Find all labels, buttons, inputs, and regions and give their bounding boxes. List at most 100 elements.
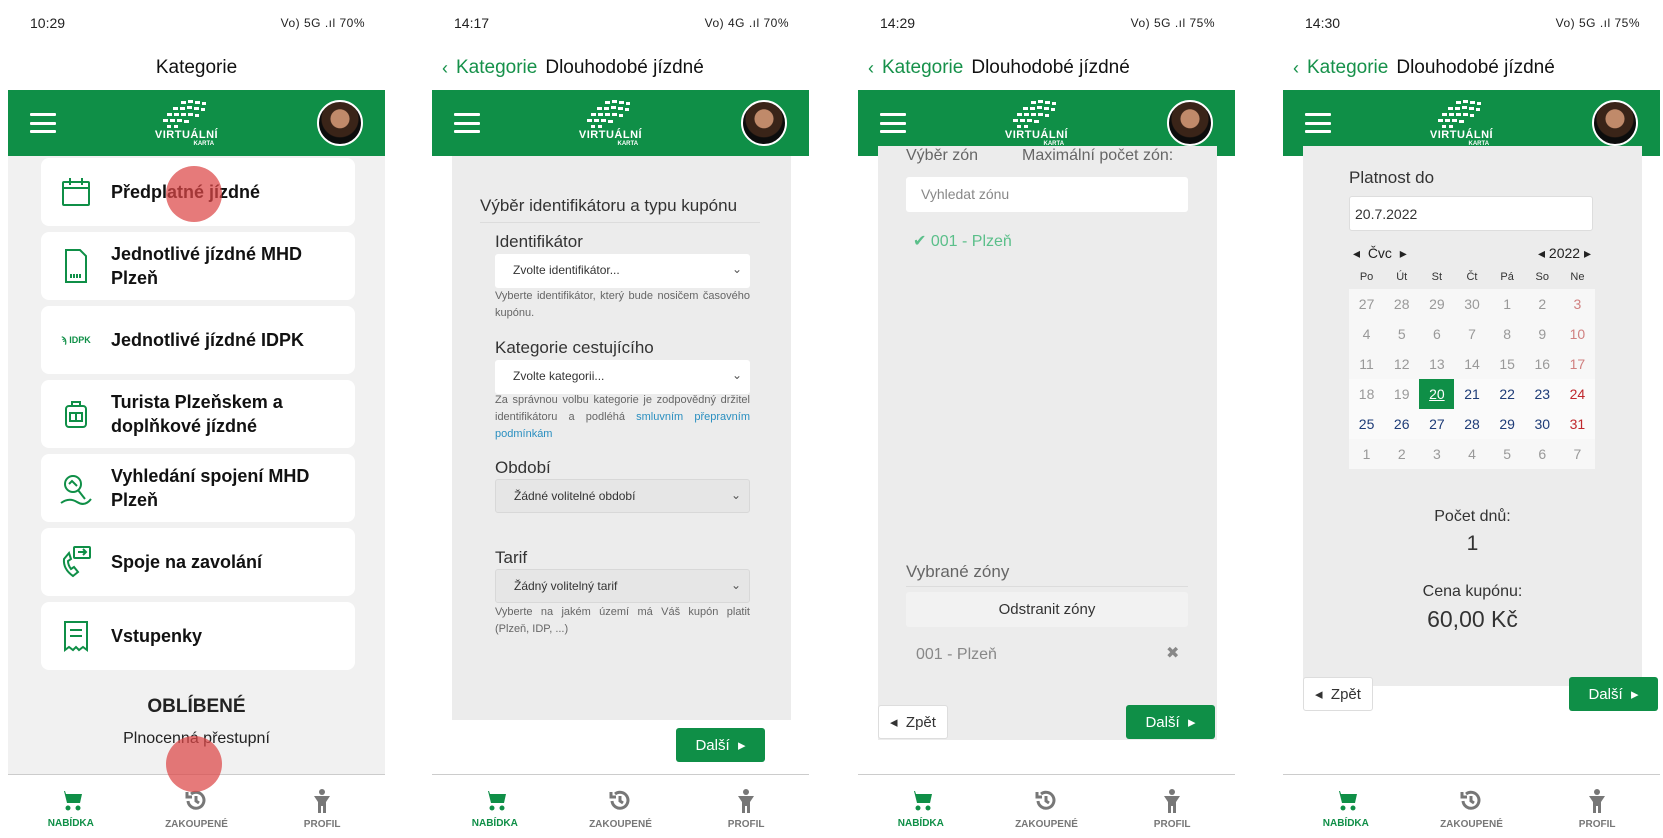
back-link[interactable]: ‹ Kategorie [1293,57,1388,79]
calendar-day: 17 [1569,356,1586,372]
status-time: 14:30 [1305,15,1341,31]
calendar-day-selected[interactable]: 20 [1419,379,1455,409]
nav-purchased[interactable]: ZAKOUPENÉ [991,789,1101,830]
next-year-icon[interactable]: ▸ [1584,245,1591,261]
title-bar: ‹ Kategorie Dlouhodobé jízdné [432,46,809,90]
chevron-left-icon: ‹ [1293,57,1299,78]
calendar-day: 4 [1362,326,1371,342]
calendar-week: 18 19 20 21 22 23 24 [1349,379,1595,409]
chevron-down-icon: ⌄ [731,262,742,276]
avatar[interactable] [1591,100,1638,146]
tariff-label: Tarif [495,548,528,567]
period-select[interactable]: Žádné volitelné období ⌄ [495,479,750,513]
category-select[interactable]: Zvolte kategorii... ⌄ [495,360,750,394]
category-item-spoje-na-zavolani[interactable]: Spoje na zavolání [41,528,355,596]
zone-option[interactable]: ✔ 001 - Plzeň [913,231,1012,251]
chevron-down-icon: ⌄ [731,368,742,382]
nav-offer[interactable]: NABÍDKA [16,790,126,829]
calendar-day: 28 [1393,296,1410,312]
hamburger-menu-icon[interactable] [880,113,906,133]
bottom-nav: NABÍDKA ZAKOUPENÉ PROFIL [858,774,1235,838]
calendar-day[interactable]: 25 [1349,416,1384,432]
calendar-day: 1 [1362,446,1371,462]
back-link[interactable]: ‹ Kategorie [868,57,963,79]
calendar-day[interactable]: 31 [1560,416,1595,432]
nav-profile[interactable]: PROFIL [1117,789,1227,830]
hamburger-menu-icon[interactable] [1305,113,1331,133]
category-item-idpk[interactable]: ϡ IDPK Jednotlivé jízdné IDPK [41,306,355,374]
hamburger-menu-icon[interactable] [30,113,56,133]
tariff-select[interactable]: Žádný volitelný tarif ⌄ [495,569,750,603]
category-label: Vyhledání spojení MHD Plzeň [111,466,310,510]
category-item-vyhledani[interactable]: Vyhledání spojení MHD Plzeň [41,454,355,522]
history-icon [609,790,630,810]
date-input[interactable]: 20.7.2022 [1349,196,1593,231]
category-item-mhd-plzen[interactable]: Jednotlivé jízdné MHD Plzeň [41,232,355,300]
title-bar: ‹ Kategorie Dlouhodobé jízdné [1283,46,1660,90]
calendar-day: 5 [1397,326,1406,342]
prev-month-icon[interactable]: ◂ [1353,245,1360,261]
nav-purchased[interactable]: ZAKOUPENÉ [141,789,251,830]
zone-selection: Výběr zón Maximální počet zón: Vyhledat … [878,146,1217,740]
calendar-day: 16 [1534,356,1551,372]
nav-profile[interactable]: PROFIL [1542,789,1652,830]
nav-profile-label: PROFIL [1153,819,1191,830]
nav-purchased-label: ZAKOUPENÉ [1440,819,1503,830]
calendar-day[interactable]: 27 [1419,416,1454,432]
calendar-day[interactable]: 30 [1525,416,1560,432]
virtualni-karta-logo: VIRTUÁLNÍ KARTA [155,99,218,148]
nav-purchased[interactable]: ZAKOUPENÉ [565,789,675,830]
calendar-day[interactable]: 24 [1560,386,1595,402]
nav-profile[interactable]: PROFIL [267,789,377,830]
identifier-select[interactable]: Zvolte identifikátor... ⌄ [495,254,750,288]
calendar-day[interactable]: 22 [1490,386,1525,402]
nav-profile-label: PROFIL [1578,819,1616,830]
next-button[interactable]: Další ▸ [1569,677,1658,711]
category-item-vstupenky[interactable]: Vstupenky [41,602,355,670]
zone-select-label: Výběr zón [906,147,979,164]
phone-screen-categories: 10:29 Vo) 5G .ıl 70% Kategorie VIRTUÁLNÍ [8,0,385,838]
calendar-day[interactable]: 28 [1454,416,1489,432]
identifier-help: Vyberte identifikátor, který bude nosiče… [495,290,750,319]
calendar-day: 11 [1359,356,1374,372]
nav-profile[interactable]: PROFIL [691,789,801,830]
weekday-row: Po Út St Čt Pá So Ne [1359,271,1585,283]
calendar-day[interactable]: 29 [1490,416,1525,432]
calendar-week: 27 28 29 30 1 2 3 [1349,289,1595,319]
bottom-nav: NABÍDKA ZAKOUPENÉ PROFIL [1283,774,1660,838]
next-month-icon[interactable]: ▸ [1400,245,1407,261]
avatar[interactable] [1166,100,1213,146]
nav-purchased[interactable]: ZAKOUPENÉ [1416,789,1526,830]
calendar-header: ◂ Čvc ▸ ◂ 2022 ▸ [1349,241,1595,265]
calendar-day[interactable]: 26 [1384,416,1419,432]
nav-offer[interactable]: NABÍDKA [866,790,976,829]
app-header: VIRTUÁLNÍ KARTA [8,90,385,156]
avatar[interactable] [740,100,787,146]
hamburger-menu-icon[interactable] [454,113,480,133]
nav-offer[interactable]: NABÍDKA [1291,790,1401,829]
back-link[interactable]: ‹ Kategorie [442,57,537,79]
bottom-nav: NABÍDKA ZAKOUPENÉ PROFIL [432,774,809,838]
calendar-day: 7 [1468,326,1476,342]
category-help: Za správnou volbu kategorie je zodpovědn… [495,394,750,440]
category-label: Kategorie cestujícího [495,338,654,357]
next-button[interactable]: Další ▸ [676,728,765,762]
calendar-day[interactable]: 21 [1454,386,1489,402]
avatar[interactable] [316,100,363,146]
next-button[interactable]: Další ▸ [1126,705,1215,739]
phone-screen-zones: 14:29 Vo) 5G .ıl 75% ‹ Kategorie Dlouhodo… [858,0,1235,838]
zone-search-input[interactable]: Vyhledat zónu [906,177,1188,212]
calendar-day[interactable]: 23 [1525,386,1560,402]
remove-zones-button[interactable]: Odstranit zóny [906,592,1188,627]
person-icon [1164,789,1181,813]
back-button[interactable]: ◂ Zpět [878,705,948,739]
close-icon[interactable]: ✖ [1166,643,1179,663]
calendar-week: 25 26 27 28 29 30 31 [1349,409,1595,439]
category-item-turista[interactable]: Turista Plzeňskem a doplňkové jízdné [41,380,355,448]
status-bar: 14:30 Vo) 5G .ıl 75% [1283,0,1660,46]
nav-offer[interactable]: NABÍDKA [440,790,550,829]
back-button[interactable]: ◂ Zpět [1303,677,1373,711]
logo-text: VIRTUÁLNÍ [1429,128,1494,141]
prev-year-icon[interactable]: ◂ [1538,245,1545,261]
screenshot-collage: 10:29 Vo) 5G .ıl 70% Kategorie VIRTUÁLNÍ [0,0,1663,838]
